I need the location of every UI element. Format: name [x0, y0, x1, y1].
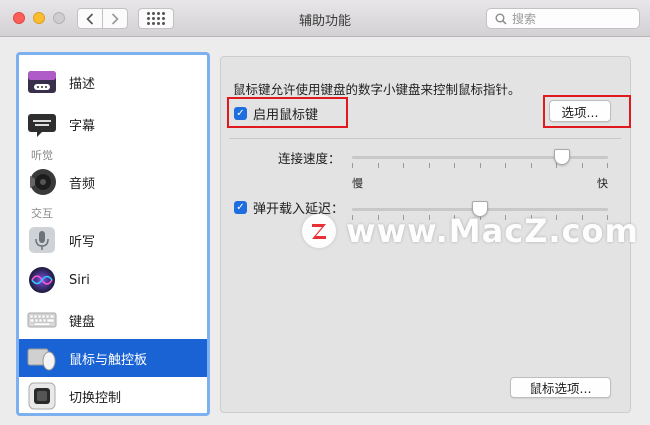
captions-icon: [27, 109, 57, 139]
sidebar: 描述 字幕 听觉 音频 交互 听写 Siri 键盘 鼠标与触控板 切换控制: [16, 52, 210, 416]
search-placeholder: 搜索: [512, 12, 537, 26]
slider-tick: [505, 163, 506, 168]
slider-tick: [480, 163, 481, 168]
slider-tick: [378, 163, 379, 168]
divider: [229, 138, 621, 139]
speed-slider-thumb[interactable]: [554, 149, 570, 165]
watermark-text: www.MacZ.com: [346, 212, 639, 250]
checkmark-icon: ✓: [234, 201, 247, 214]
sidebar-item-captions[interactable]: 字幕: [19, 105, 207, 143]
highlight-box-enable: [227, 97, 348, 128]
keyboard-icon: [27, 305, 57, 335]
sidebar-item-label: 字幕: [69, 118, 96, 134]
slider-tick: [582, 163, 583, 168]
speed-max-label: 快: [597, 177, 608, 190]
search-field[interactable]: 搜索: [486, 8, 640, 29]
search-icon: [495, 13, 507, 25]
slider-tick: [454, 163, 455, 168]
section-header-hearing: 听觉: [31, 149, 53, 162]
slider-tick: [352, 163, 353, 168]
macz-logo-icon: [302, 214, 336, 248]
sidebar-item-label: 键盘: [69, 314, 96, 330]
mouse-keys-description: 鼠标键允许使用键盘的数字小键盘来控制鼠标指针。: [233, 82, 521, 97]
slider-tick: [607, 163, 608, 168]
sidebar-item-siri[interactable]: Siri: [19, 261, 207, 299]
sidebar-item-label: 鼠标与触控板: [69, 352, 148, 368]
mouse-icon: [27, 343, 57, 373]
description-icon: [27, 67, 57, 97]
sidebar-item-label: 音频: [69, 176, 96, 192]
watermark: www.MacZ.com: [302, 212, 639, 250]
sidebar-item-mouse-trackpad[interactable]: 鼠标与触控板: [19, 339, 207, 377]
sidebar-item-label: 描述: [69, 76, 96, 92]
microphone-icon: [27, 225, 57, 255]
switch-control-icon: [27, 381, 57, 411]
sidebar-item-keyboard[interactable]: 键盘: [19, 301, 207, 339]
sidebar-item-description[interactable]: 描述: [19, 63, 207, 101]
speaker-icon: [27, 167, 57, 197]
speed-label: 连接速度：: [278, 151, 341, 166]
mouse-options-button[interactable]: 鼠标选项...: [510, 377, 611, 398]
sidebar-item-switch-control[interactable]: 切换控制: [19, 377, 207, 413]
speed-min-label: 慢: [352, 177, 363, 190]
sidebar-item-dictation[interactable]: 听写: [19, 221, 207, 259]
title-bar: 辅助功能 搜索: [0, 0, 650, 37]
highlight-box-options: [543, 95, 631, 128]
section-header-interaction: 交互: [31, 207, 53, 220]
slider-tick: [531, 163, 532, 168]
slider-tick: [429, 163, 430, 168]
slider-tick: [403, 163, 404, 168]
sidebar-item-label: 切换控制: [69, 390, 122, 406]
siri-icon: [27, 265, 57, 295]
sidebar-item-audio[interactable]: 音频: [19, 163, 207, 201]
sidebar-item-label: Siri: [69, 272, 90, 288]
sidebar-item-label: 听写: [69, 234, 96, 250]
